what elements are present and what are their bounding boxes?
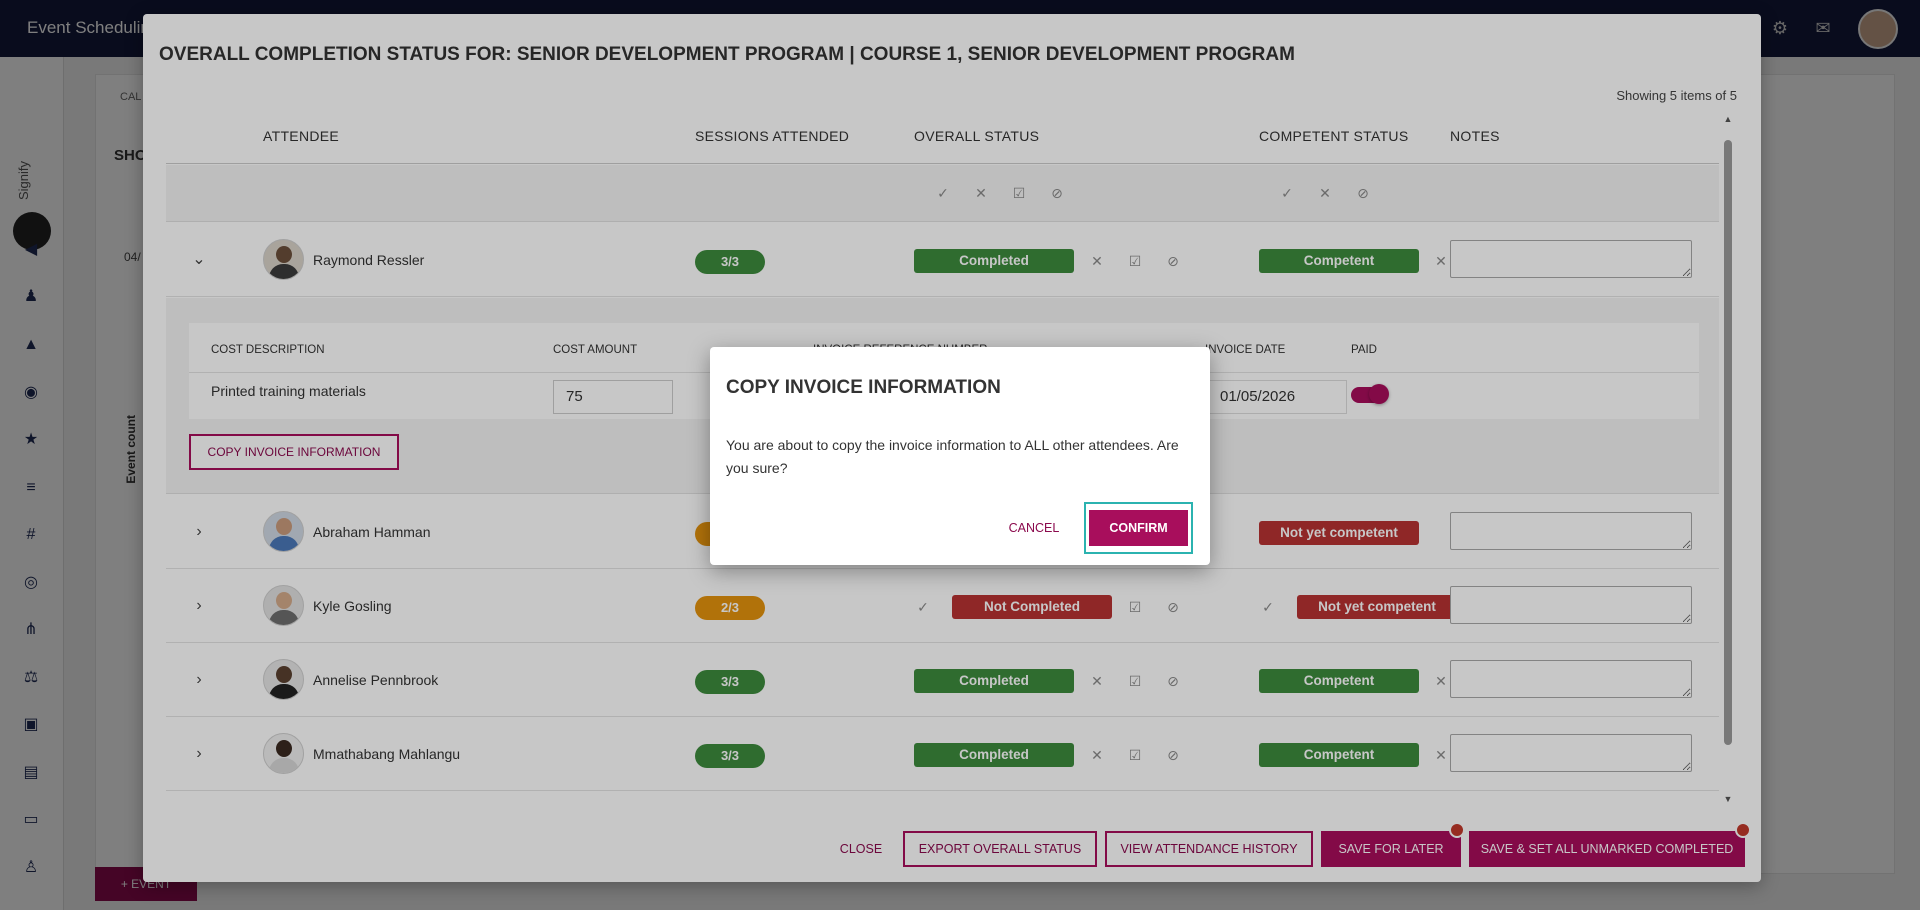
confirm-button[interactable]: CONFIRM [1089, 510, 1188, 546]
cancel-button[interactable]: CANCEL [1004, 517, 1064, 539]
confirm-message: You are about to copy the invoice inform… [726, 437, 1179, 476]
confirm-title: COPY INVOICE INFORMATION [726, 377, 1001, 398]
copy-invoice-confirm-dialog: COPY INVOICE INFORMATION You are about t… [710, 347, 1210, 565]
